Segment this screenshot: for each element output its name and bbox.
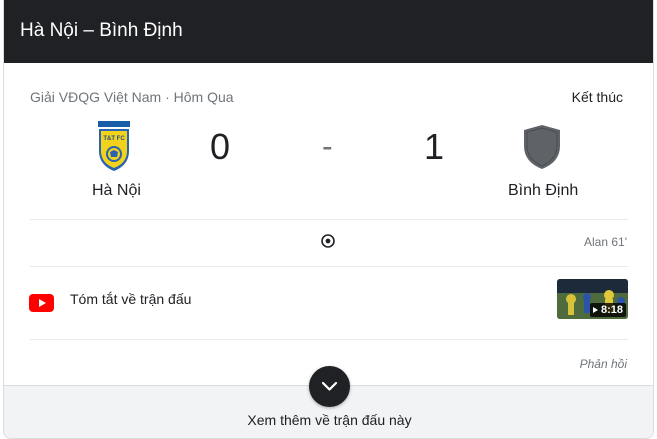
home-team-crest[interactable]: T&T FC xyxy=(97,121,131,171)
youtube-icon[interactable] xyxy=(29,294,54,312)
competition-date: Giải VĐQG Việt Nam · Hôm Qua xyxy=(30,89,234,105)
expand-button[interactable] xyxy=(309,366,350,407)
home-team-name[interactable]: Hà Nội xyxy=(92,182,141,200)
divider xyxy=(30,219,628,220)
chevron-down-icon xyxy=(321,381,338,391)
card-header[interactable]: Hà Nội – Bình Định xyxy=(4,0,653,63)
away-team-crest[interactable] xyxy=(522,124,562,170)
video-duration: 8:18 xyxy=(589,303,626,317)
score-separator: - xyxy=(322,128,333,164)
match-status: Kết thúc xyxy=(571,89,623,105)
divider xyxy=(30,339,628,340)
goal-scorer: Alan 61' xyxy=(584,235,627,249)
match-card: Hà Nội – Bình Định Giải VĐQG Việt Nam · … xyxy=(3,0,654,439)
divider xyxy=(30,266,628,267)
away-team-name[interactable]: Bình Định xyxy=(508,182,578,200)
feedback-link[interactable]: Phản hồi xyxy=(580,357,627,371)
match-title[interactable]: Hà Nội – Bình Định xyxy=(20,20,183,42)
home-score: 0 xyxy=(210,126,231,167)
play-icon xyxy=(592,307,598,314)
duration-text: 8:18 xyxy=(600,304,623,316)
highlight-video-link[interactable]: Tóm tắt về trận đấu xyxy=(70,291,191,307)
soccer-ball-icon xyxy=(321,234,335,248)
video-thumbnail[interactable]: 8:18 xyxy=(557,279,628,319)
svg-text:T&T FC: T&T FC xyxy=(103,136,125,142)
away-score: 1 xyxy=(424,126,445,167)
see-more-label[interactable]: Xem thêm về trận đấu này xyxy=(4,412,653,428)
